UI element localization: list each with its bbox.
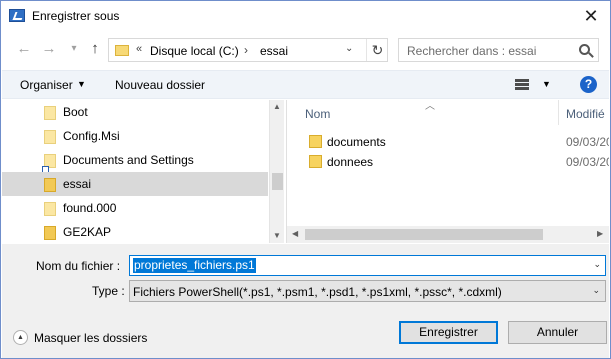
folder-icon	[309, 135, 322, 148]
folder-icon	[309, 155, 322, 168]
tree-item-label: Config.Msi	[63, 129, 120, 143]
type-select[interactable]: Fichiers PowerShell(*.ps1, *.psm1, *.psd…	[129, 280, 606, 302]
navigation-pane: Boot Config.Msi Documents and Settings e…	[2, 100, 284, 243]
tree-item-config-msi[interactable]: Config.Msi	[2, 124, 268, 148]
up-arrow-icon[interactable]: ↑	[87, 40, 103, 58]
folder-icon	[44, 178, 56, 192]
folder-icon	[44, 130, 56, 144]
column-header-modified[interactable]: Modifié	[566, 107, 605, 121]
filename-value[interactable]: proprietes_fichiers.ps1	[133, 258, 256, 273]
type-dropdown-icon[interactable]: ⌄	[592, 285, 600, 296]
organise-button[interactable]: Organiser	[20, 78, 73, 92]
search-icon[interactable]	[579, 44, 590, 55]
filename-input[interactable]: proprietes_fichiers.ps1 ⌄	[129, 255, 606, 276]
column-header-name[interactable]: Nom	[305, 107, 330, 121]
sort-ascending-icon: ︿	[425, 101, 435, 112]
organise-dropdown-icon[interactable]: ▼	[77, 79, 86, 89]
view-dropdown-icon[interactable]: ▼	[542, 79, 551, 89]
save-button[interactable]: Enregistrer	[399, 321, 498, 344]
column-divider[interactable]	[558, 100, 559, 125]
tree-item-documents-and-settings[interactable]: Documents and Settings	[2, 148, 268, 173]
folder-icon	[44, 106, 56, 120]
view-options-icon[interactable]	[515, 79, 529, 91]
type-label: Type :	[92, 284, 125, 298]
scroll-up-icon[interactable]: ▲	[273, 102, 281, 111]
collapse-icon[interactable]: ▲	[13, 330, 28, 345]
window-title: Enregistrer sous	[32, 9, 120, 23]
scroll-down-icon[interactable]: ▼	[273, 231, 281, 240]
address-bar[interactable]: « Disque local (C:) › essai ⌄ ↻	[108, 38, 388, 62]
folder-icon	[115, 45, 129, 56]
scrollbar-thumb[interactable]	[272, 173, 283, 190]
dialog-app-icon	[9, 9, 25, 22]
filename-dropdown-icon[interactable]: ⌄	[593, 259, 601, 270]
file-name: donnees	[327, 155, 374, 169]
back-arrow-icon[interactable]: ←	[16, 40, 32, 58]
folder-icon	[44, 226, 56, 240]
file-date: 09/03/20	[566, 155, 609, 169]
search-input[interactable]: Rechercher dans : essai	[398, 38, 599, 62]
forward-arrow-icon[interactable]: →	[41, 40, 57, 58]
close-button[interactable]: ✕	[580, 5, 602, 27]
tree-item-label: found.000	[63, 201, 117, 215]
save-form: Nom du fichier : proprietes_fichiers.ps1…	[2, 244, 609, 358]
navigation-pane-scrollbar[interactable]: ▲ ▼	[269, 100, 284, 243]
file-date: 09/03/20	[566, 135, 609, 149]
folder-icon	[44, 202, 56, 216]
tree-item-ge2kap[interactable]: GE2KAP	[2, 220, 268, 243]
command-toolbar: Organiser ▼ Nouveau dossier ▼ ?	[2, 70, 609, 99]
navigation-bar: ← → ▾ ↑ « Disque local (C:) › essai ⌄ ↻ …	[1, 35, 610, 65]
tree-item-label: essai	[63, 177, 92, 191]
breadcrumb-disque-local[interactable]: Disque local (C:)	[150, 44, 239, 58]
breadcrumb-separator-icon[interactable]: ›	[244, 43, 248, 57]
tree-item-boot[interactable]: Boot	[2, 100, 268, 124]
breadcrumb-essai[interactable]: essai	[260, 44, 288, 58]
filename-label: Nom du fichier :	[36, 259, 121, 273]
scroll-right-icon[interactable]: ▶	[597, 229, 603, 238]
tree-item-found-000[interactable]: found.000	[2, 196, 268, 220]
tree-item-label: Boot	[63, 105, 88, 119]
refresh-icon[interactable]: ↻	[366, 39, 388, 61]
search-placeholder: Rechercher dans : essai	[407, 44, 537, 58]
file-list-scrollbar[interactable]: ◀ ▶	[287, 226, 609, 243]
tree-item-essai[interactable]: essai	[2, 172, 268, 196]
new-folder-button[interactable]: Nouveau dossier	[115, 78, 205, 92]
hide-folders-label[interactable]: Masquer les dossiers	[34, 331, 147, 345]
tree-item-label: GE2KAP	[63, 225, 112, 239]
recent-locations-icon[interactable]: ▾	[66, 40, 82, 58]
address-dropdown-icon[interactable]: ⌄	[345, 43, 353, 54]
file-row[interactable]: documents 09/03/20	[287, 132, 609, 152]
file-list-pane: ︿ Nom Modifié documents 09/03/20 donnees…	[286, 100, 609, 243]
breadcrumb-overflow-icon[interactable]: «	[136, 43, 142, 55]
help-icon[interactable]: ?	[580, 76, 597, 93]
cancel-button[interactable]: Annuler	[508, 321, 607, 344]
scroll-left-icon[interactable]: ◀	[292, 229, 298, 238]
title-bar: Enregistrer sous ✕	[1, 1, 610, 32]
save-as-dialog: Enregistrer sous ✕ ← → ▾ ↑ « Disque loca…	[0, 0, 611, 359]
tree-item-label: Documents and Settings	[63, 153, 194, 167]
type-select-value: Fichiers PowerShell(*.ps1, *.psm1, *.psd…	[133, 285, 502, 299]
scrollbar-thumb[interactable]	[305, 229, 543, 240]
file-name: documents	[327, 135, 386, 149]
file-row[interactable]: donnees 09/03/20	[287, 152, 609, 172]
